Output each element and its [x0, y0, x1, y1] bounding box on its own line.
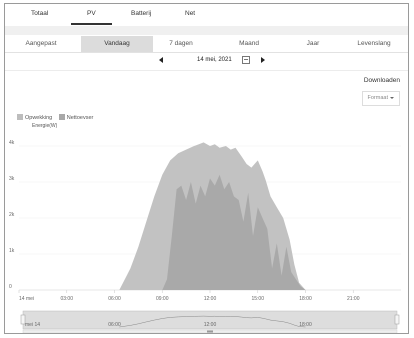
x-tick-label: 06:00: [108, 296, 121, 302]
x-tick-label: 03:00: [60, 296, 73, 302]
tab-totaal[interactable]: Totaal: [31, 10, 48, 17]
x-tick-label: 09:00: [156, 296, 169, 302]
legend-swatch: [17, 114, 23, 120]
y-tick-label: 0: [9, 284, 12, 290]
period-tabs: Aangepast Vandaag 7 dagen Maand Jaar Lev…: [5, 36, 408, 53]
tab-pv[interactable]: PV: [71, 10, 111, 25]
x-tick-label: 12:00: [204, 296, 217, 302]
tab-net[interactable]: Net: [185, 10, 195, 17]
y-tick-label: 1k: [9, 248, 15, 254]
legend-label: Opwekking: [25, 115, 53, 121]
x-tick-label: 18:00: [299, 296, 312, 302]
x-tick-label: 14 mei: [19, 296, 34, 302]
chart-legend: Opwekking Nettoevser: [17, 114, 98, 121]
legend-swatch: [58, 114, 65, 120]
legend-item-nettoevser[interactable]: Nettoevser: [58, 114, 94, 121]
caret-down-icon: [390, 96, 394, 99]
y-tick-label: 2k: [9, 212, 15, 218]
period-tab-levenslang[interactable]: Levenslang: [341, 36, 407, 52]
navigator-handle-right[interactable]: [394, 314, 400, 325]
format-dropdown[interactable]: Formaat: [361, 91, 400, 106]
date-navigator: 14 mei, 2021: [5, 53, 408, 69]
top-tabs: Totaal PV Batterij Net: [5, 4, 408, 26]
y-tick-label: 4k: [9, 140, 15, 146]
x-tick-label: 21:00: [347, 296, 360, 302]
period-tab-vandaag[interactable]: Vandaag: [81, 36, 153, 52]
navigator-handle-left[interactable]: [20, 314, 26, 325]
previous-day-arrow-icon[interactable]: [159, 57, 163, 63]
navigator-tick-label: 06:00: [108, 322, 121, 328]
tab-separator: [5, 26, 408, 35]
calendar-icon[interactable]: [242, 56, 250, 64]
legend-item-opwekking[interactable]: Opwekking: [17, 114, 52, 121]
legend-label: Nettoevser: [66, 115, 94, 121]
navigator-tick-label: mei 14: [25, 322, 40, 328]
navigator-tick-label: 12:00: [204, 322, 217, 328]
x-tick-label: 15:00: [251, 296, 264, 302]
navigator-tick-label: 18:00: [299, 322, 312, 328]
period-tab-7-dagen[interactable]: 7 dagen: [145, 36, 217, 52]
current-date: 14 mei, 2021: [197, 57, 232, 63]
energy-area-chart: 4k 3k 2k 1k 0 14 mei 03:00 06:00 09:00 12:00 15:00…: [9, 140, 401, 333]
download-label: Downloaden: [363, 77, 400, 84]
format-label: Formaat: [367, 95, 388, 101]
period-tab-maand[interactable]: Maand: [213, 36, 285, 52]
pv-energy-panel: Totaal PV Batterij Net Aangepast Vandaag…: [4, 3, 409, 334]
divider: [5, 70, 408, 71]
period-tab-jaar[interactable]: Jaar: [277, 36, 349, 52]
tab-batterij[interactable]: Batterij: [131, 10, 151, 17]
period-tab-aangepast[interactable]: Aangepast: [5, 36, 77, 52]
y-tick-label: 3k: [9, 176, 15, 182]
scrollbar-grip-icon: [207, 330, 213, 333]
next-day-arrow-icon[interactable]: [261, 57, 265, 63]
